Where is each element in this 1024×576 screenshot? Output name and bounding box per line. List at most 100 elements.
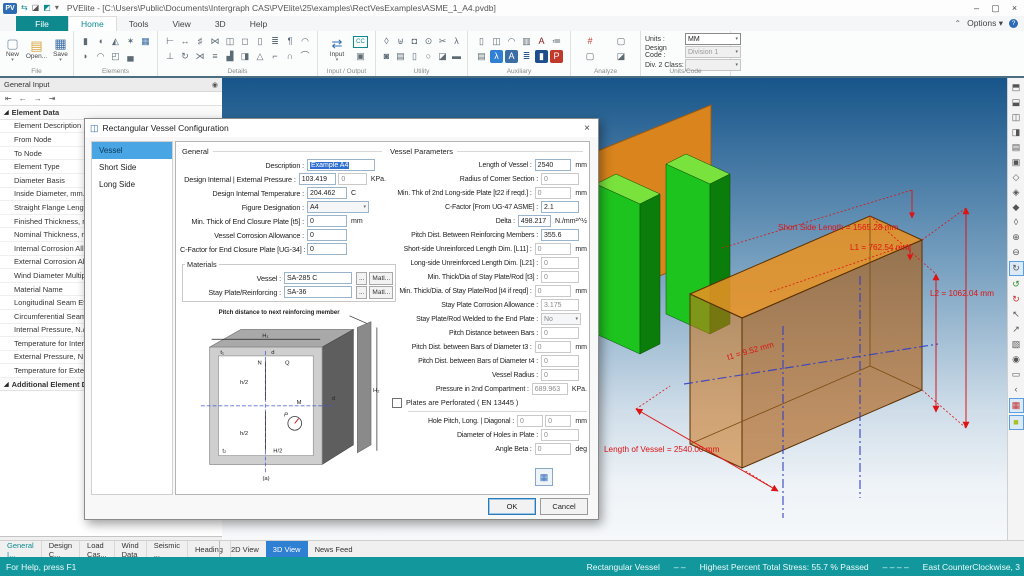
details-icon-1[interactable]: ⊢ — [164, 35, 177, 48]
field-input[interactable]: 2.1 — [541, 201, 579, 213]
field-input[interactable]: 0 — [541, 271, 579, 283]
material-input[interactable]: SA-36 — [284, 286, 352, 298]
details-icon-2[interactable]: ↔ — [179, 35, 192, 48]
open-quick-icon[interactable]: ◩ — [43, 4, 51, 12]
details-icon-12[interactable]: ↻ — [179, 50, 192, 63]
ribbon-collapse-icon[interactable]: ⌃ — [954, 19, 961, 28]
last-element-icon[interactable]: ⇥ — [49, 94, 56, 103]
view-iso-icon[interactable]: ⬒ — [1010, 81, 1023, 94]
auxiliary-icon-10[interactable]: ≣ — [520, 50, 533, 63]
details-icon-6[interactable]: ◻ — [239, 35, 252, 48]
details-icon-13[interactable]: ⋊ — [194, 50, 207, 63]
details-icon-16[interactable]: ◨ — [239, 50, 252, 63]
utility-icon-8[interactable]: ▤ — [394, 50, 407, 63]
elements-icon-3[interactable]: ◭ — [109, 35, 122, 48]
restore-button[interactable]: ▢ — [986, 1, 1005, 15]
field-input[interactable]: 2540 — [535, 159, 572, 171]
tab-home[interactable]: Home — [68, 16, 117, 31]
auxiliary-icon-8[interactable]: λ — [490, 50, 503, 63]
field-input[interactable]: 0 — [541, 355, 579, 367]
face-se-icon[interactable]: ◆ — [1010, 201, 1023, 214]
dialog-close-button[interactable]: × — [576, 120, 598, 136]
auxiliary-icon-4[interactable]: ▥ — [520, 35, 533, 48]
field-input[interactable]: 0 — [307, 215, 347, 227]
tab-view[interactable]: View — [161, 16, 203, 31]
analyze-icon-2[interactable]: ▢ — [615, 35, 628, 48]
model-icon[interactable]: ◪ — [32, 4, 40, 12]
material-browse-button[interactable]: ... — [356, 286, 367, 299]
prev-element-icon[interactable]: ← — [19, 94, 27, 103]
details-icon-5[interactable]: ◫ — [224, 35, 237, 48]
rotate-icon[interactable]: ↻ — [1009, 261, 1024, 276]
field-input[interactable]: 0 — [535, 285, 572, 297]
utility-icon-2[interactable]: ⊎ — [394, 35, 407, 48]
view-top-icon[interactable]: ▤ — [1010, 141, 1023, 154]
field-input[interactable]: 0 — [338, 173, 366, 185]
stress-grid-icon[interactable]: ▦ — [1009, 398, 1024, 413]
field-input[interactable]: 0 — [541, 429, 579, 441]
pin-icon[interactable]: ◉ — [212, 81, 218, 89]
utility-icon-6[interactable]: λ — [450, 35, 463, 48]
open-button[interactable]: ▤Open... — [25, 39, 49, 60]
elements-icon-4[interactable]: ✶ — [124, 35, 137, 48]
sync-icon[interactable]: ⇆ — [21, 4, 28, 12]
field-input[interactable]: 3.175 — [541, 299, 579, 311]
material-input[interactable]: SA-285 C — [284, 272, 352, 284]
back-icon[interactable]: ‹ — [1010, 383, 1023, 396]
details-icon-18[interactable]: ⌐ — [269, 50, 282, 63]
field-input[interactable]: 355.6 — [541, 229, 579, 241]
panel-tab-2[interactable]: Design C... — [42, 541, 80, 558]
zoom-out-icon[interactable]: ⊖ — [1010, 246, 1023, 259]
view-back-icon[interactable]: ◨ — [1010, 126, 1023, 139]
field-input[interactable]: 0 — [541, 327, 579, 339]
auxiliary-icon-9[interactable]: A — [505, 50, 518, 63]
help-icon[interactable]: ? — [1009, 19, 1018, 28]
utility-icon-7[interactable]: ◙ — [380, 50, 393, 63]
auxiliary-icon-2[interactable]: ◫ — [490, 35, 503, 48]
field-input[interactable]: 103.419 — [299, 173, 337, 185]
shaded-render-icon[interactable]: ■ — [1009, 415, 1024, 430]
elements-icon-5[interactable]: ▦ — [139, 35, 152, 48]
field-input[interactable]: 0 — [535, 341, 572, 353]
details-icon-19[interactable]: ∩ — [284, 50, 297, 63]
field-input[interactable]: 689.963 — [532, 383, 568, 395]
field-input[interactable]: 0 — [541, 369, 579, 381]
field-input[interactable]: 0 — [541, 173, 579, 185]
auxiliary-icon-7[interactable]: ▤ — [475, 50, 488, 63]
auxiliary-icon-12[interactable]: P — [550, 50, 563, 63]
select-icon[interactable]: ↗ — [1010, 323, 1023, 336]
elements-icon-6[interactable]: ◗ — [79, 50, 92, 63]
close-button[interactable]: × — [1005, 1, 1024, 15]
field-select[interactable]: A4▾ — [307, 201, 369, 213]
field-select[interactable]: No▾ — [541, 313, 581, 325]
utility-icon-3[interactable]: ◘ — [408, 35, 421, 48]
tab-tools[interactable]: Tools — [117, 16, 161, 31]
panel-tab-5[interactable]: Seismic ... — [147, 541, 188, 558]
elements-icon-2[interactable]: ◖ — [94, 35, 107, 48]
panel-tab-1[interactable]: General I... — [0, 541, 42, 558]
field-input[interactable]: 498.217 — [518, 215, 551, 227]
auxiliary-icon-5[interactable]: A — [535, 35, 548, 48]
tab-3d[interactable]: 3D — [203, 16, 238, 31]
details-icon-9[interactable]: ¶ — [284, 35, 297, 48]
analyze-icon-1[interactable]: # — [584, 35, 597, 48]
first-element-icon[interactable]: ⇤ — [5, 94, 12, 103]
save-button[interactable]: ▦Save▾ — [49, 37, 73, 62]
utility-icon-1[interactable]: ◊ — [380, 35, 393, 48]
rotate-green-icon[interactable]: ↺ — [1010, 278, 1023, 291]
elements-icon-8[interactable]: ◰ — [109, 50, 122, 63]
new-button[interactable]: ▢New▾ — [1, 37, 25, 62]
details-icon-8[interactable]: ≣ — [269, 35, 282, 48]
utility-icon-12[interactable]: ▬ — [450, 50, 463, 63]
view-side-icon[interactable]: ◫ — [1010, 111, 1023, 124]
panel-tab-4[interactable]: Wind Data — [115, 541, 147, 558]
view-tab-2d-view[interactable]: 2D View — [224, 541, 266, 558]
plates-perforated-checkbox[interactable] — [392, 398, 402, 408]
elements-icon-9[interactable]: ▄ — [124, 50, 137, 63]
rotate-red-icon[interactable]: ↻ — [1010, 293, 1023, 306]
details-icon-7[interactable]: ▯ — [254, 35, 267, 48]
file-menu-button[interactable]: File — [16, 16, 68, 31]
view-bottom-icon[interactable]: ▣ — [1010, 156, 1023, 169]
details-icon-4[interactable]: ⋈ — [209, 35, 222, 48]
units-combo-2[interactable]: Division 1▾ — [685, 46, 741, 58]
